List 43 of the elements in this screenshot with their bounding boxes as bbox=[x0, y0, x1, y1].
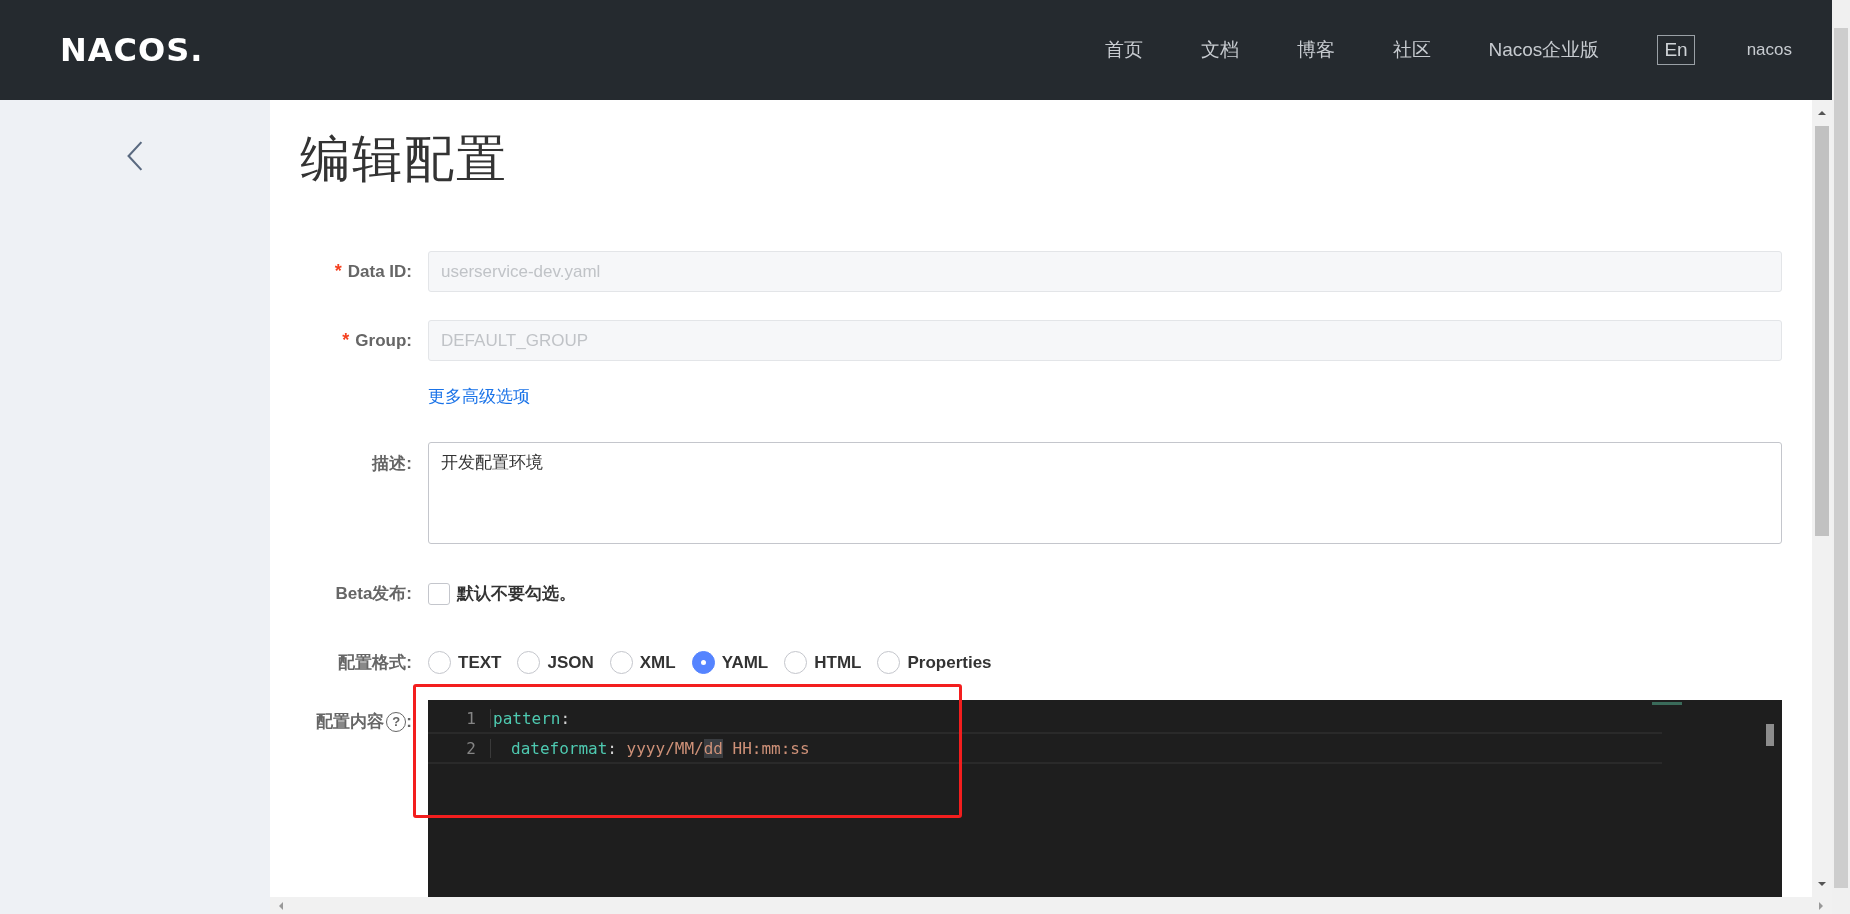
code-line: pattern: bbox=[490, 708, 571, 728]
radio-label: HTML bbox=[814, 652, 862, 673]
description-field[interactable]: 开发配置环境 bbox=[428, 442, 1782, 544]
radio-label: XML bbox=[639, 652, 676, 673]
scroll-up-icon[interactable] bbox=[1817, 108, 1827, 118]
field-label: 配置格式: bbox=[338, 652, 412, 674]
scrollbar-thumb[interactable] bbox=[1815, 126, 1829, 536]
field-label: Beta发布: bbox=[335, 583, 412, 605]
advanced-options-link[interactable]: 更多高级选项 bbox=[428, 387, 530, 406]
page-title: 编辑配置 bbox=[300, 129, 509, 190]
nav-link[interactable]: Nacos企业版 bbox=[1488, 37, 1600, 63]
code-line: dateformat: yyyy/MM/dd HH:mm:ss bbox=[490, 738, 810, 758]
code-editor[interactable]: 1 pattern: 2 dateformat: yyyy/MM/dd HH:mm:ss bbox=[428, 700, 1782, 897]
radio-button[interactable] bbox=[691, 651, 715, 674]
nav-link[interactable]: 文档 bbox=[1200, 37, 1239, 63]
required-mark: * bbox=[334, 261, 342, 282]
nav-link[interactable]: 博客 bbox=[1296, 37, 1335, 63]
user-name[interactable]: nacos bbox=[1746, 40, 1792, 60]
field-label: 配置内容 bbox=[316, 711, 385, 733]
radio-label: JSON bbox=[547, 652, 594, 673]
line-number: 2 bbox=[465, 738, 477, 758]
nav-link[interactable]: 首页 bbox=[1104, 37, 1143, 63]
scrollbar[interactable] bbox=[1812, 100, 1832, 897]
scroll-right-icon[interactable] bbox=[1816, 900, 1826, 911]
checkbox[interactable] bbox=[428, 582, 450, 605]
field-label: Data ID: bbox=[347, 261, 412, 282]
scrollbar-thumb[interactable] bbox=[1834, 28, 1848, 888]
radio-label: YAML bbox=[721, 652, 769, 673]
radio-label: Properties bbox=[907, 652, 992, 673]
radio-label: TEXT bbox=[458, 652, 502, 673]
language-button[interactable]: En bbox=[1657, 35, 1695, 65]
field-label: Group: bbox=[355, 330, 412, 351]
required-mark: * bbox=[342, 330, 350, 351]
logo[interactable]: NACOS. bbox=[60, 31, 204, 69]
field-label: : bbox=[406, 711, 412, 732]
minimap bbox=[1652, 702, 1682, 705]
editor-scrollbar[interactable] bbox=[1766, 724, 1774, 746]
line-number: 1 bbox=[465, 708, 477, 728]
scroll-down-icon[interactable] bbox=[1817, 879, 1827, 889]
field-label: 描述: bbox=[372, 453, 412, 475]
nav-link[interactable]: 社区 bbox=[1392, 37, 1431, 63]
checkbox-label: 默认不要勾选。 bbox=[457, 583, 576, 605]
window-scrollbar[interactable] bbox=[1832, 0, 1850, 914]
